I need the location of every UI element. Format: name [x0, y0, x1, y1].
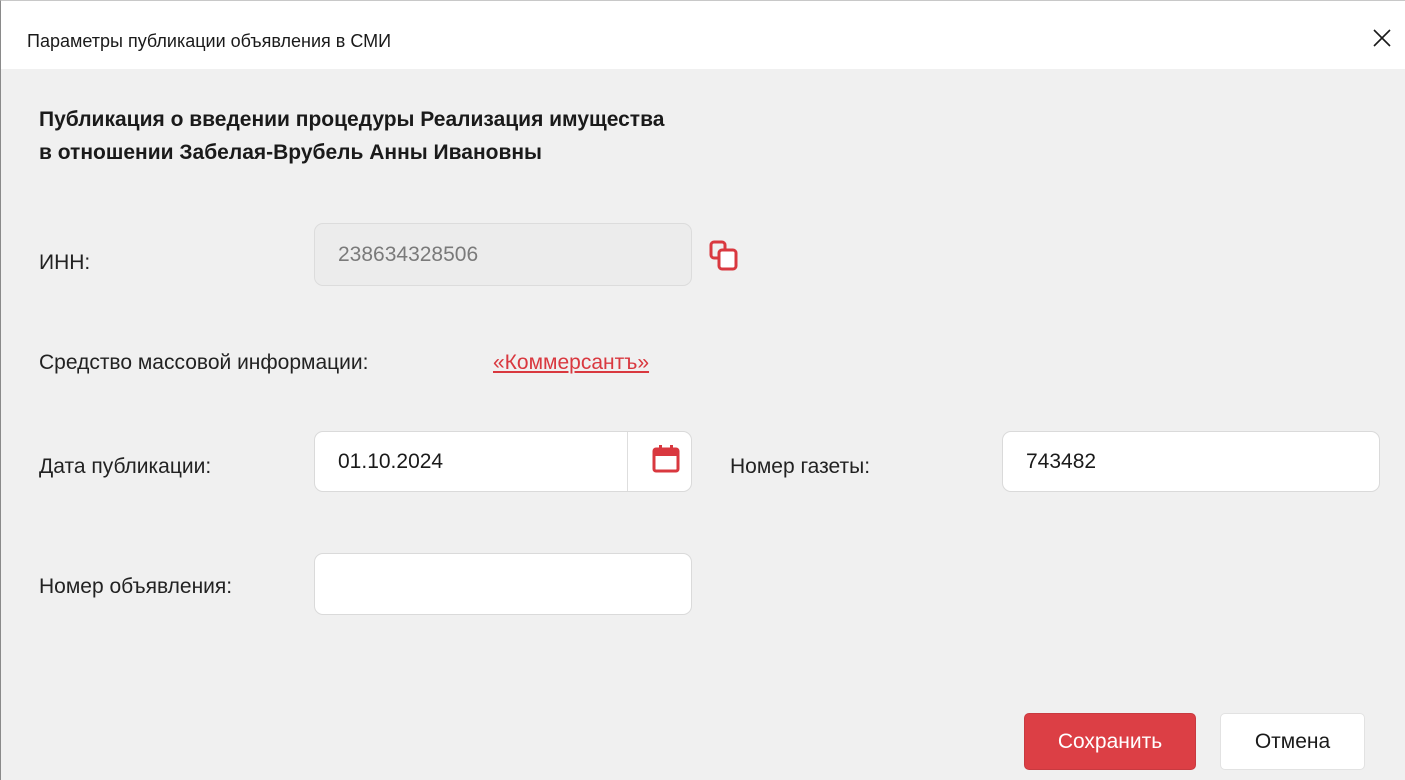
- title-bar: Параметры публикации объявления в СМИ: [1, 1, 1405, 69]
- date-picker[interactable]: 01.10.2024: [314, 431, 692, 492]
- media-label: Средство массовой информации:: [39, 351, 369, 374]
- date-value: 01.10.2024: [338, 449, 444, 473]
- close-icon: [1373, 29, 1391, 47]
- close-button[interactable]: [1359, 15, 1405, 61]
- newspaper-number-value: 743482: [1026, 449, 1097, 473]
- ad-number-label: Номер объявления:: [39, 575, 233, 598]
- cancel-button[interactable]: Отмена: [1220, 713, 1365, 770]
- calendar-icon[interactable]: [651, 444, 681, 474]
- date-picker-divider: [627, 432, 628, 491]
- media-link[interactable]: «Коммерсантъ»: [493, 349, 649, 377]
- dialog-heading: Публикация о введении процедуры Реализац…: [39, 103, 664, 169]
- newspaper-number-field[interactable]: 743482: [1002, 431, 1380, 492]
- inn-field[interactable]: 238634328506: [314, 223, 692, 286]
- date-label: Дата публикации:: [39, 455, 212, 478]
- copy-icon[interactable]: [708, 239, 742, 273]
- ad-number-field[interactable]: [314, 553, 692, 615]
- inn-value: 238634328506: [338, 242, 479, 266]
- save-button[interactable]: Сохранить: [1024, 713, 1196, 770]
- heading-line-1: Публикация о введении процедуры Реализац…: [39, 108, 665, 131]
- dialog-window: Параметры публикации объявления в СМИ Пу…: [0, 0, 1405, 780]
- newspaper-number-label: Номер газеты:: [730, 455, 871, 478]
- window-title: Параметры публикации объявления в СМИ: [27, 31, 392, 51]
- heading-line-2: в отношении Забелая-Врубель Анны Ивановн…: [39, 141, 542, 164]
- inn-label: ИНН:: [39, 251, 91, 274]
